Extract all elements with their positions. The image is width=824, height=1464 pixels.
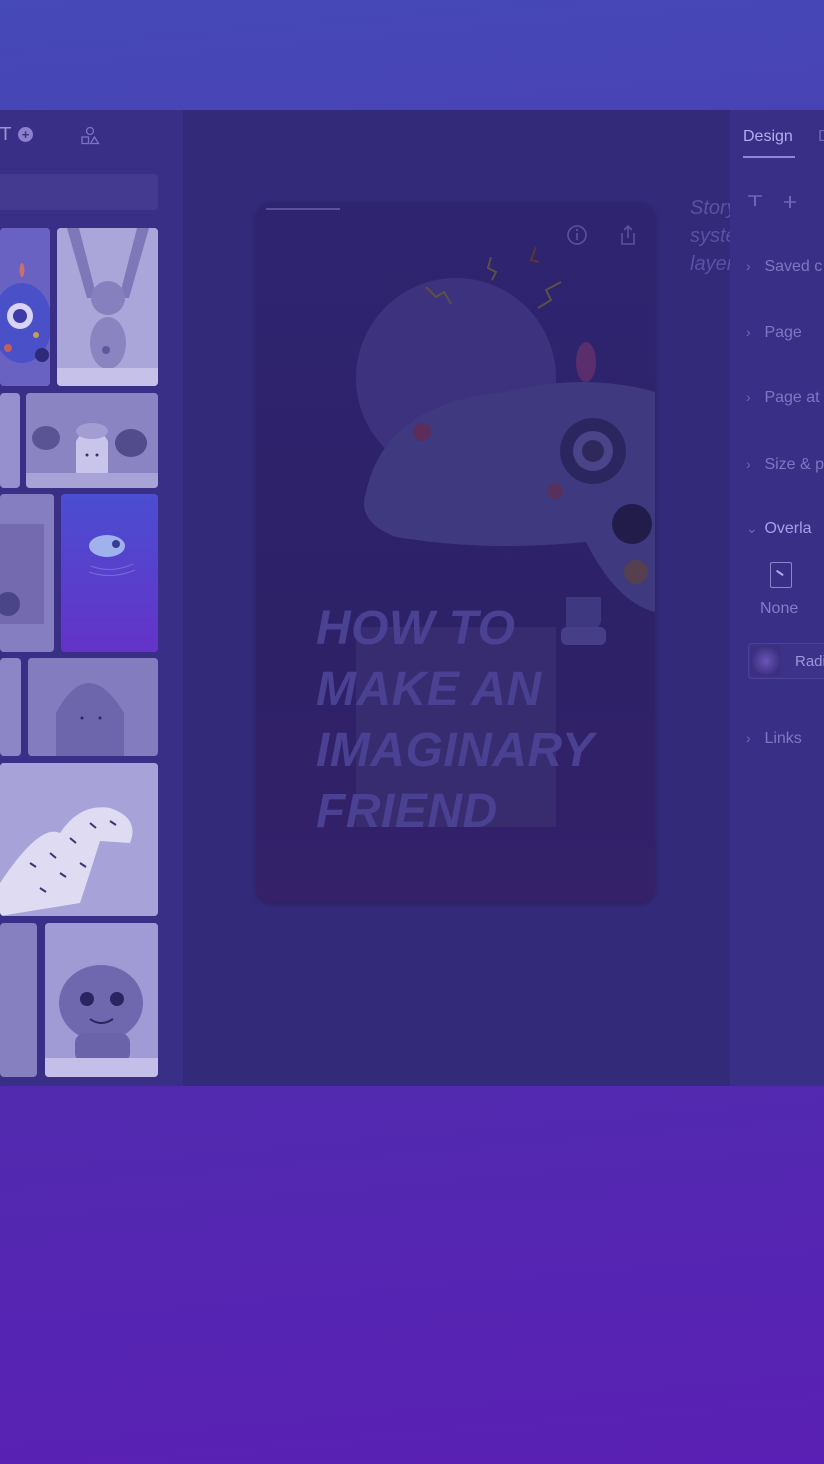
story-headline[interactable]: HOW TO MAKE AN IMAGINARY FRIEND — [316, 598, 636, 842]
story-thumbnail-tile[interactable] — [61, 494, 158, 652]
story-editor-app: T + HOW TO MAKE AN IMAGINARY FRIEND Stor… — [0, 110, 824, 1086]
tab-active-indicator — [743, 156, 795, 158]
section-label: Overla — [764, 520, 812, 537]
headline-line: MAKE AN — [316, 663, 542, 716]
headline-line: IMAGINARY — [316, 724, 595, 777]
section-overlay[interactable]: ⌄ Overla — [746, 520, 812, 538]
media-search-input[interactable] — [0, 174, 158, 210]
chevron-right-icon: › — [746, 324, 751, 340]
chevron-right-icon: › — [746, 389, 751, 405]
headline-line: FRIEND — [316, 785, 498, 838]
camera-image — [0, 494, 54, 652]
camera-tile[interactable] — [0, 494, 54, 652]
blob-toy-image — [28, 658, 158, 756]
partial-tile-2[interactable] — [0, 658, 21, 756]
section-label: Page — [764, 324, 802, 341]
properties-panel: Design D › Saved c › Page › Page at › Si… — [730, 110, 824, 1086]
section-size-position[interactable]: › Size & p — [746, 456, 824, 474]
bulbasaur-image — [45, 923, 158, 1077]
bulbasaur-toy-tile[interactable] — [45, 923, 158, 1077]
overlay-none-swatch[interactable] — [770, 562, 792, 588]
section-links[interactable]: › Links — [746, 730, 802, 748]
story-thumbnail-image — [61, 494, 158, 652]
section-label: Page at — [764, 389, 820, 406]
section-page-attachment[interactable]: › Page at — [746, 389, 820, 407]
media-panel: T + — [0, 110, 184, 1086]
partial-tile-3[interactable] — [0, 923, 37, 1077]
text-tool-button[interactable]: T — [0, 124, 11, 145]
section-page[interactable]: › Page — [746, 324, 802, 342]
media-toolbar: T + — [0, 124, 183, 148]
chevron-down-icon: ⌄ — [746, 520, 758, 536]
ghost-figurines-tile[interactable] — [26, 393, 158, 488]
section-label: Saved c — [764, 258, 823, 275]
story-page-preview[interactable]: HOW TO MAKE AN IMAGINARY FRIEND — [256, 202, 655, 902]
section-saved[interactable]: › Saved c — [746, 258, 822, 276]
ghost-figurines-image — [26, 393, 158, 488]
dinosaur-paper-tile[interactable] — [0, 763, 158, 916]
alignment-icons[interactable] — [746, 194, 800, 212]
radial-gradient-swatch — [751, 646, 781, 676]
robot-toy-blue-tile[interactable] — [0, 228, 50, 386]
section-label: Links — [764, 730, 802, 747]
chevron-right-icon: › — [746, 258, 751, 274]
headline-line: HOW TO — [316, 602, 516, 655]
editor-canvas[interactable]: HOW TO MAKE AN IMAGINARY FRIEND — [184, 110, 729, 1086]
shapes-icon[interactable] — [80, 126, 100, 146]
radial-label: Radi — [795, 653, 824, 670]
chevron-right-icon: › — [746, 730, 751, 746]
tab-design[interactable]: Design — [743, 128, 793, 146]
overlay-radial-option[interactable]: Radi — [748, 643, 824, 679]
partial-tile-1[interactable] — [0, 393, 20, 488]
blue-toy-image — [0, 228, 50, 386]
dinosaur-paper-image — [0, 763, 158, 916]
section-label: Size & p — [764, 456, 824, 473]
chevron-right-icon: › — [746, 456, 751, 472]
overlay-none-label: None — [760, 600, 799, 617]
monkey-image — [57, 228, 158, 386]
tab-document[interactable]: D — [818, 128, 824, 146]
monkey-wooden-toy-tile[interactable] — [57, 228, 158, 386]
add-icon[interactable]: + — [18, 127, 33, 142]
blob-toy-tile[interactable] — [28, 658, 158, 756]
